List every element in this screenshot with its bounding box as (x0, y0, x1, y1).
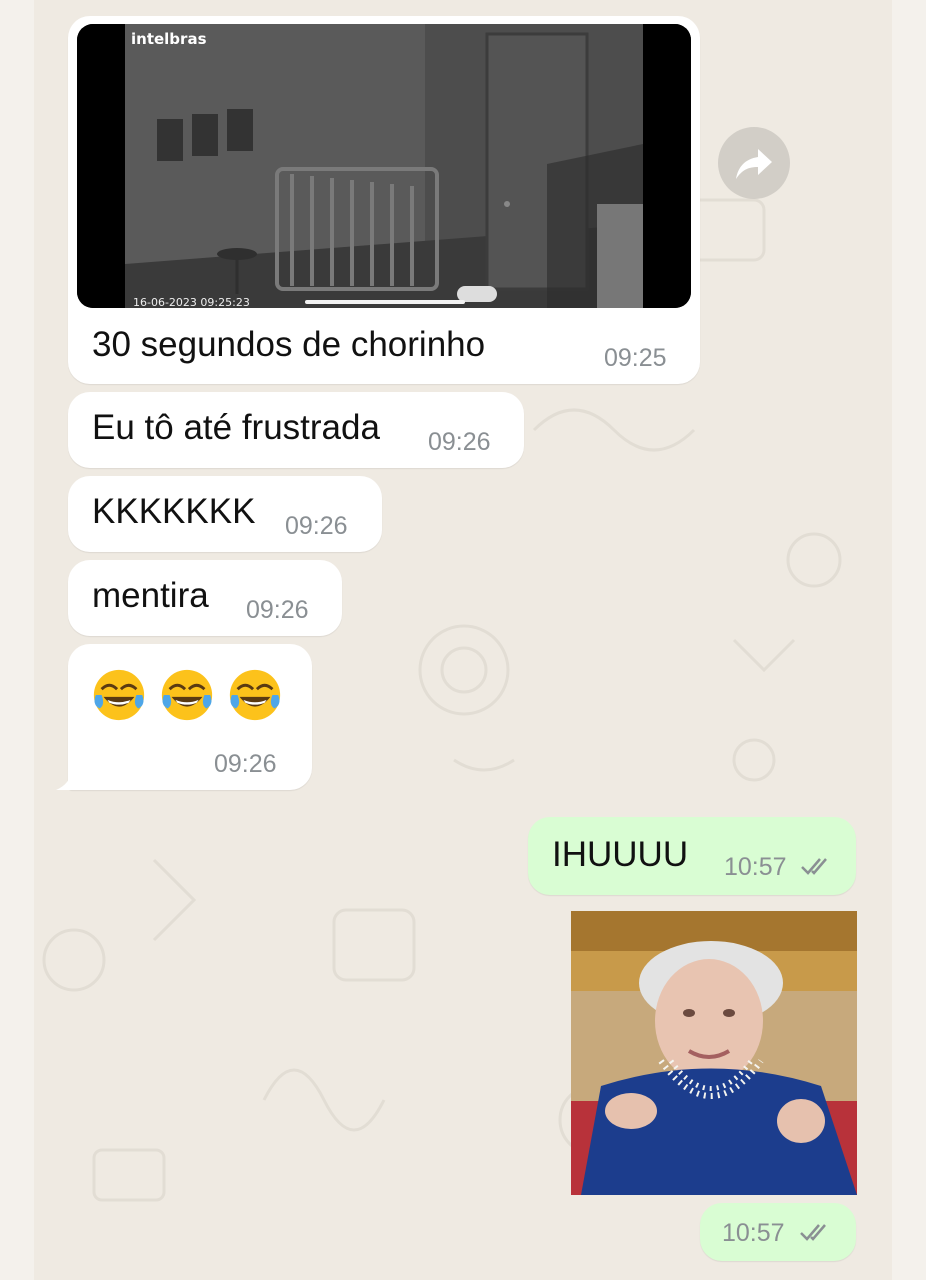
message-text: KKKKKKK (92, 492, 256, 531)
message-time: 10:57 (724, 853, 787, 881)
message-text: IHUUUU (552, 835, 689, 874)
face-with-tears-of-joy-icon (229, 669, 281, 721)
video-message-bubble[interactable]: intelbras 16-06-2023 09:25:23 30 segundo… (68, 16, 700, 384)
message-time: 09:26 (214, 750, 277, 778)
message-text: mentira (92, 576, 209, 615)
chat-panel[interactable]: intelbras 16-06-2023 09:25:23 30 segundo… (34, 0, 892, 1280)
message-time: 09:25 (604, 344, 667, 372)
outgoing-text-bubble[interactable]: IHUUUU 10:57 (528, 817, 856, 895)
emoji-row (90, 666, 284, 724)
outgoing-time-bubble[interactable]: 10:57 (700, 1203, 856, 1261)
gif-picture (571, 911, 857, 1195)
double-check-icon (801, 858, 827, 875)
face-with-tears-of-joy-icon (93, 669, 145, 721)
camera-timestamp-label: 16-06-2023 09:25:23 (133, 296, 250, 308)
message-time: 09:26 (285, 512, 348, 540)
outgoing-gif-image[interactable] (571, 911, 857, 1195)
text-message-bubble[interactable]: mentira 09:26 (68, 560, 342, 636)
forward-arrow-icon (736, 149, 772, 179)
message-time: 09:26 (428, 428, 491, 456)
emoji-message-bubble[interactable]: 09:26 (68, 644, 312, 790)
text-message-bubble[interactable]: Eu tô até frustrada 09:26 (68, 392, 524, 468)
message-time: 09:26 (246, 596, 309, 624)
forward-button[interactable] (718, 127, 790, 199)
text-message-bubble[interactable]: KKKKKKK 09:26 (68, 476, 382, 552)
bubble-tail (56, 770, 80, 790)
camera-brand-label: intelbras (131, 30, 207, 48)
message-text: Eu tô até frustrada (92, 408, 380, 447)
double-check-icon (800, 1224, 826, 1241)
video-caption: 30 segundos de chorinho (92, 325, 486, 364)
camera-video-thumbnail[interactable]: intelbras 16-06-2023 09:25:23 (77, 24, 691, 308)
camera-scene-image (77, 24, 691, 308)
right-edge (892, 0, 926, 1280)
video-progress-bar[interactable] (305, 300, 465, 304)
face-with-tears-of-joy-icon (161, 669, 213, 721)
left-edge (0, 0, 34, 1280)
message-time: 10:57 (722, 1219, 785, 1247)
